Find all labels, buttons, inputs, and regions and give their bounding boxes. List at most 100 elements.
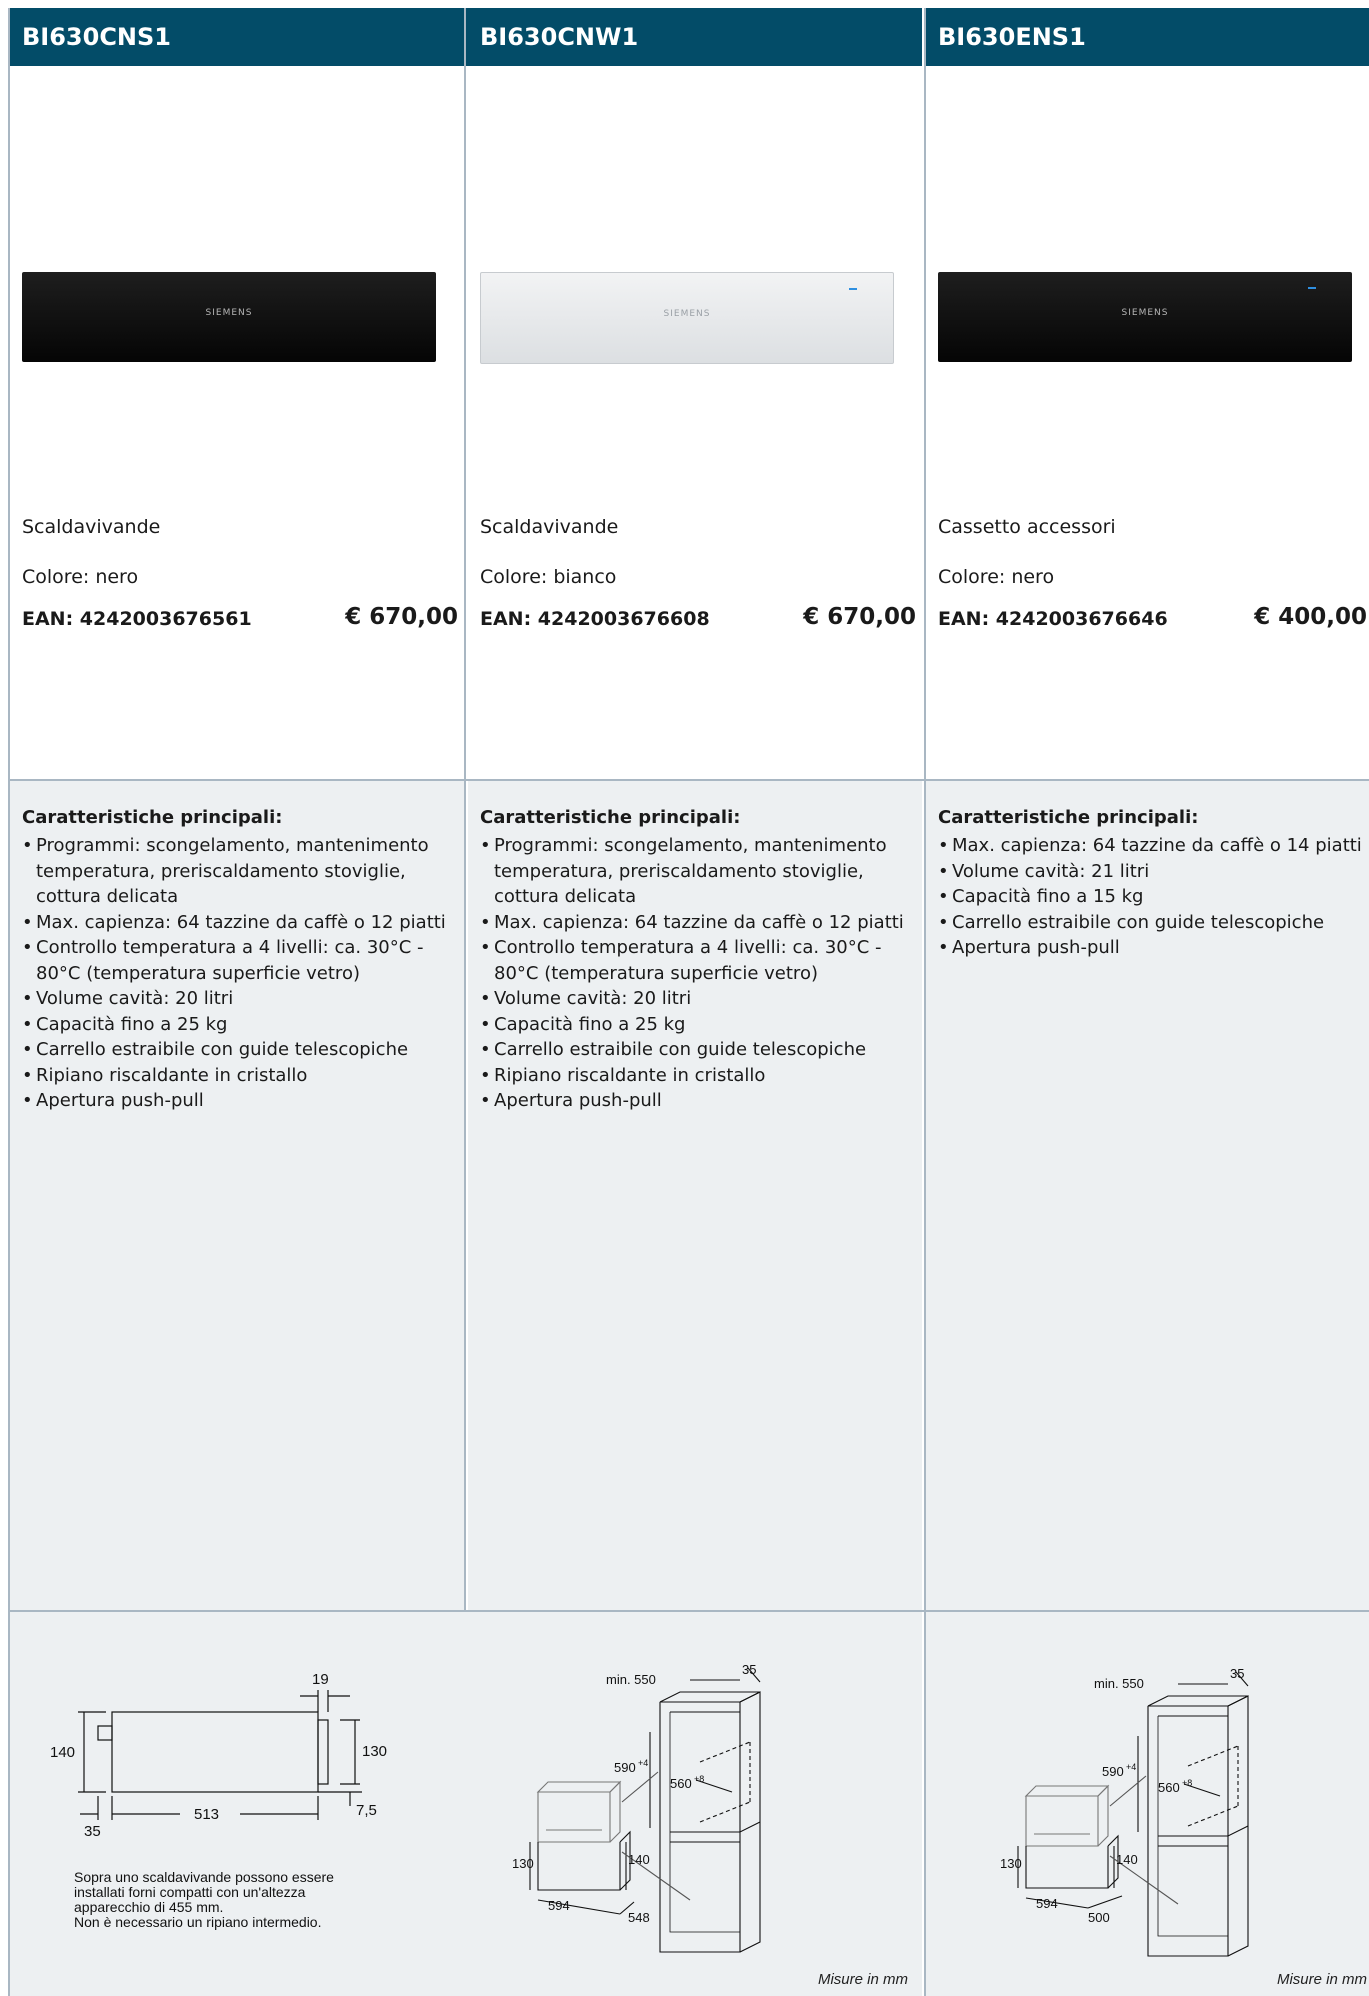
product-image: SIEMENS — [22, 272, 436, 362]
dimension-label: 560 — [1158, 1780, 1180, 1795]
side-view-drawing: 19 140 130 7,5 513 35 — [50, 1671, 387, 1836]
feature-item: Capacità fino a 25 kg — [480, 1012, 918, 1038]
features-title: Caratteristiche principali: — [22, 807, 283, 828]
brand-logo: SIEMENS — [1121, 308, 1169, 318]
dimension-label: 140 — [628, 1852, 650, 1867]
note-line: apparecchio di 455 mm. — [74, 1899, 224, 1915]
feature-item: Carrello estraibile con guide telescopic… — [22, 1037, 460, 1063]
dimension-label: min. 550 — [1094, 1676, 1144, 1691]
dimension-label: 548 — [628, 1910, 650, 1925]
features-title: Caratteristiche principali: — [938, 807, 1199, 828]
feature-item: Programmi: scongelamento, mantenimento t… — [480, 833, 918, 910]
product-sheet: BI630CNS1 BI630CNW1 BI630ENS1 SIEMENS Sc… — [8, 8, 1369, 1996]
product-category: Scaldavivande — [480, 516, 619, 538]
features-list: Programmi: scongelamento, mantenimento t… — [480, 833, 918, 1114]
table-border — [8, 8, 10, 1996]
dimension-label: 594 — [1036, 1896, 1058, 1911]
product-ean: EAN: 4242003676561 — [22, 608, 252, 630]
dimension-label: 130 — [362, 1743, 387, 1760]
dimension-label: 500 — [1088, 1910, 1110, 1925]
dimension-label: 590 — [614, 1760, 636, 1775]
product-info-cell: SIEMENS Cassetto accessori Colore: nero … — [926, 68, 1369, 779]
product-ean: EAN: 4242003676646 — [938, 608, 1168, 630]
features-cell: Caratteristiche principali: Max. capienz… — [926, 781, 1369, 1610]
dimension-label: 35 — [84, 1823, 101, 1836]
note-line: Sopra uno scaldavivande possono essere — [74, 1869, 334, 1885]
feature-item: Carrello estraibile con guide telescopic… — [480, 1037, 918, 1063]
dimension-label: 130 — [1000, 1856, 1022, 1871]
dimension-label: 35 — [1230, 1666, 1244, 1681]
product-category: Scaldavivande — [22, 516, 161, 538]
dimension-label: 7,5 — [356, 1802, 377, 1819]
note-line: Non è necessario un ripiano intermedio. — [74, 1914, 322, 1930]
feature-item: Capacità fino a 15 kg — [938, 884, 1368, 910]
dimension-label: min. 550 — [606, 1672, 656, 1687]
dimension-label: 130 — [512, 1856, 534, 1871]
feature-item: Volume cavità: 21 litri — [938, 859, 1368, 885]
features-list: Programmi: scongelamento, mantenimento t… — [22, 833, 460, 1114]
dimension-label: 140 — [1116, 1852, 1138, 1867]
indicator-light — [849, 288, 857, 290]
installation-drawing: min. 550 35 590 +4 560 +8 130 140 594 54… — [512, 1662, 761, 1953]
technical-drawing-cell: min. 550 35 590 +4 560 +8 130 140 594 50… — [926, 1612, 1369, 1996]
product-image: SIEMENS — [938, 272, 1352, 362]
feature-item: Carrello estraibile con guide telescopic… — [938, 910, 1368, 936]
feature-item: Max. capienza: 64 tazzine da caffè o 14 … — [938, 833, 1368, 859]
dimension-label: +8 — [694, 1774, 704, 1784]
table-border — [924, 8, 926, 1996]
product-ean: EAN: 4242003676608 — [480, 608, 710, 630]
feature-item: Capacità fino a 25 kg — [22, 1012, 460, 1038]
units-note: Misure in mm — [1276, 1971, 1367, 1988]
features-list: Max. capienza: 64 tazzine da caffè o 14 … — [938, 833, 1368, 961]
feature-item: Ripiano riscaldante in cristallo — [480, 1063, 918, 1089]
brand-logo: SIEMENS — [663, 309, 711, 319]
dimension-label: 513 — [194, 1806, 219, 1823]
dimension-label: 35 — [742, 1662, 756, 1677]
product-code-header: BI630CNS1 — [8, 8, 464, 66]
product-code: BI630ENS1 — [938, 23, 1086, 51]
feature-item: Volume cavità: 20 litri — [480, 986, 918, 1012]
dimension-label: 140 — [50, 1744, 75, 1761]
dimension-label: 19 — [312, 1671, 329, 1688]
product-color: Colore: nero — [22, 566, 139, 588]
table-border — [464, 8, 466, 1612]
dimension-label: 560 — [670, 1776, 692, 1791]
dimension-label: +8 — [1182, 1778, 1192, 1788]
features-cell: Caratteristiche principali: Programmi: s… — [468, 781, 922, 1610]
feature-item: Max. capienza: 64 tazzine da caffè o 12 … — [480, 910, 918, 936]
feature-item: Max. capienza: 64 tazzine da caffè o 12 … — [22, 910, 460, 936]
product-info-cell: SIEMENS Scaldavivande Colore: nero EAN: … — [10, 68, 464, 779]
brand-logo: SIEMENS — [205, 308, 253, 318]
technical-drawing-cell: 19 140 130 7,5 513 35 Sopra uno scaldavi… — [10, 1612, 922, 1996]
feature-item: Apertura push-pull — [938, 935, 1368, 961]
features-title: Caratteristiche principali: — [480, 807, 741, 828]
dimension-label: 594 — [548, 1898, 570, 1913]
feature-item: Volume cavità: 20 litri — [22, 986, 460, 1012]
feature-item: Programmi: scongelamento, mantenimento t… — [22, 833, 460, 910]
table-border — [8, 779, 1369, 781]
dimension-label: +4 — [1126, 1762, 1136, 1772]
feature-item: Ripiano riscaldante in cristallo — [22, 1063, 460, 1089]
installation-note: Sopra uno scaldavivande possono essere i… — [74, 1870, 334, 1930]
indicator-light — [1308, 287, 1316, 289]
dimension-label: 590 — [1102, 1764, 1124, 1779]
product-code: BI630CNS1 — [22, 23, 172, 51]
product-color: Colore: nero — [938, 566, 1055, 588]
product-price: € 400,00 — [1254, 604, 1367, 630]
feature-item: Apertura push-pull — [480, 1088, 918, 1114]
note-line: installati forni compatti con un'altezza — [74, 1884, 306, 1900]
product-category: Cassetto accessori — [938, 516, 1116, 538]
features-cell: Caratteristiche principali: Programmi: s… — [10, 781, 464, 1610]
table-border — [8, 1610, 1369, 1612]
product-code-header: BI630CNW1 — [466, 8, 922, 66]
product-price: € 670,00 — [345, 604, 458, 630]
dimension-label: +4 — [638, 1758, 648, 1768]
units-note: Misure in mm — [817, 1971, 908, 1988]
product-image: SIEMENS — [480, 272, 894, 364]
feature-item: Apertura push-pull — [22, 1088, 460, 1114]
feature-item: Controllo temperatura a 4 livelli: ca. 3… — [22, 935, 460, 986]
product-color: Colore: bianco — [480, 566, 617, 588]
installation-drawing: min. 550 35 590 +4 560 +8 130 140 594 50… — [1000, 1666, 1249, 1957]
product-price: € 670,00 — [803, 604, 916, 630]
product-code-header: BI630ENS1 — [924, 8, 1369, 66]
